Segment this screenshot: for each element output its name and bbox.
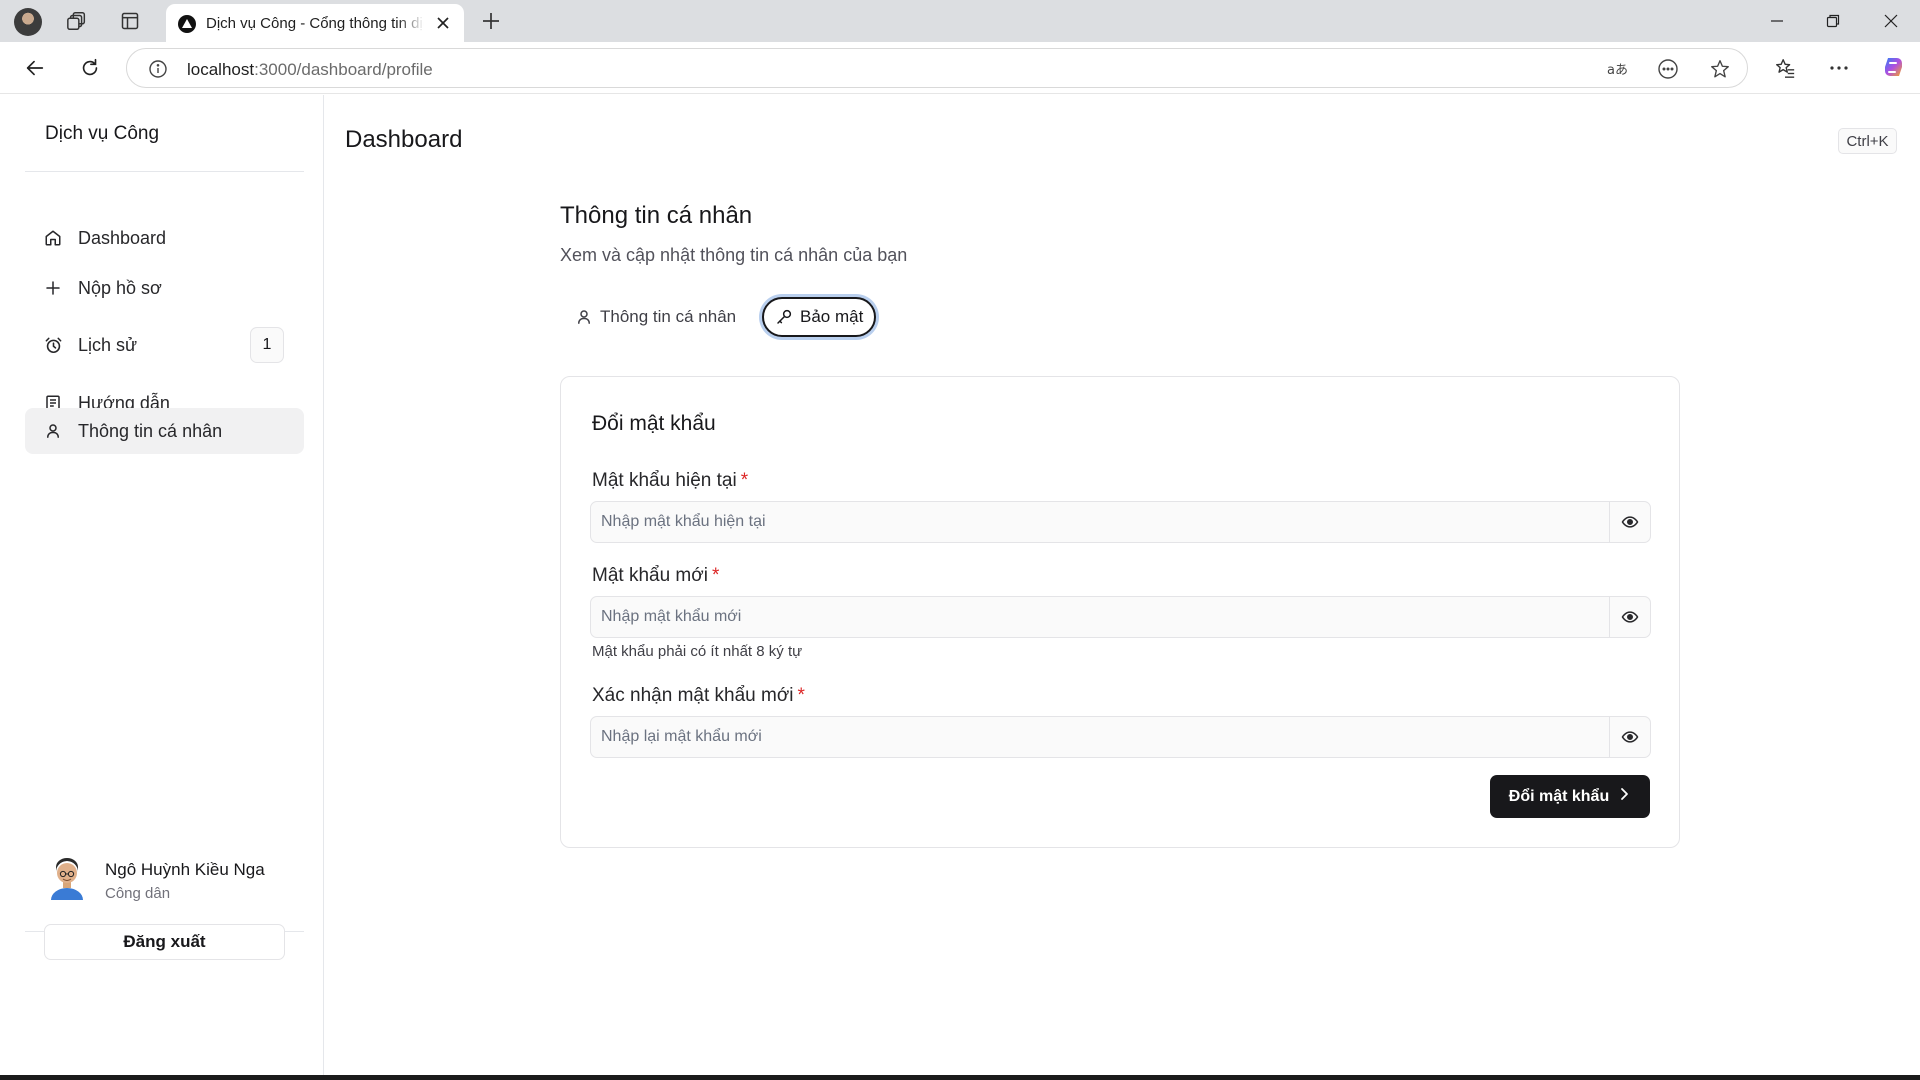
tab-personal-info[interactable]: Thông tin cá nhân xyxy=(567,297,747,337)
user-icon xyxy=(43,421,63,441)
required-mark: * xyxy=(740,470,749,491)
more-options-circle-icon[interactable] xyxy=(1655,56,1681,82)
confirm-password-label-text: Xác nhận mật khẩu mới xyxy=(592,685,794,706)
svg-text:aあ: aあ xyxy=(1607,63,1628,78)
current-password-input[interactable] xyxy=(591,502,1610,542)
new-password-input[interactable] xyxy=(591,597,1610,637)
reload-icon[interactable] xyxy=(75,53,105,83)
key-icon xyxy=(774,307,794,327)
current-password-field xyxy=(590,501,1651,543)
copilot-icon[interactable] xyxy=(1878,53,1908,83)
browser-tab-active[interactable]: Dịch vụ Công - Cổng thông tin dịch vụ cô… xyxy=(166,4,464,42)
alarm-clock-icon xyxy=(43,335,63,355)
required-mark: * xyxy=(711,565,720,586)
browser-toolbar: localhost:3000/dashboard/profile aあ xyxy=(0,42,1920,94)
password-length-hint: Mật khẩu phải có ít nhất 8 ký tự xyxy=(592,643,803,660)
eye-icon[interactable] xyxy=(1610,597,1650,637)
home-icon xyxy=(43,228,63,248)
vertical-tabs-icon[interactable] xyxy=(117,8,143,34)
sidebar-item-history[interactable]: Lịch sử 1 xyxy=(25,322,304,368)
sidebar-item-label: Lịch sử xyxy=(78,334,138,355)
sidebar-item-profile[interactable]: Thông tin cá nhân xyxy=(25,408,304,454)
sidebar-item-submit-dossier[interactable]: Nộp hồ sơ xyxy=(25,265,304,311)
workspaces-icon[interactable] xyxy=(64,8,90,34)
new-password-label: Mật khẩu mới * xyxy=(592,565,719,587)
sidebar-item-label: Dashboard xyxy=(78,227,167,248)
history-count-badge: 1 xyxy=(250,327,284,363)
plus-icon xyxy=(43,278,63,298)
change-password-button-label: Đổi mật khẩu xyxy=(1508,787,1610,805)
site-info-icon[interactable] xyxy=(145,56,171,82)
confirm-password-input[interactable] xyxy=(591,717,1610,757)
confirm-password-label: Xác nhận mật khẩu mới * xyxy=(592,685,805,707)
profile-section-title: Thông tin cá nhân xyxy=(560,202,753,229)
tab-security[interactable]: Bảo mật xyxy=(762,297,876,337)
url-host: localhost xyxy=(187,60,255,79)
favorite-star-icon[interactable] xyxy=(1707,56,1733,82)
back-arrow-icon[interactable] xyxy=(20,53,50,83)
window-bottom-edge xyxy=(0,1075,1920,1080)
user-name: Ngô Huỳnh Kiều Nga xyxy=(105,860,265,879)
tab-close-icon[interactable] xyxy=(432,12,454,34)
eye-icon[interactable] xyxy=(1610,717,1650,757)
current-password-label: Mật khẩu hiện tại * xyxy=(592,470,748,492)
change-password-title: Đổi mật khẩu xyxy=(592,412,716,435)
user-icon xyxy=(574,307,594,327)
new-password-field xyxy=(590,596,1651,638)
sidebar-item-label: Nộp hồ sơ xyxy=(78,277,162,298)
window-close-icon[interactable] xyxy=(1868,6,1914,36)
new-password-label-text: Mật khẩu mới xyxy=(592,565,708,586)
new-tab-icon[interactable] xyxy=(478,8,504,34)
read-aloud-icon[interactable]: aあ xyxy=(1605,56,1631,82)
restore-icon[interactable] xyxy=(1810,6,1856,36)
browser-tab-title: Dịch vụ Công - Cổng thông tin dịch vụ cô… xyxy=(206,15,424,32)
confirm-password-field xyxy=(590,716,1651,758)
minimize-icon[interactable] xyxy=(1754,6,1800,36)
user-role: Công dân xyxy=(105,885,171,902)
url-text[interactable]: localhost:3000/dashboard/profile xyxy=(187,60,433,80)
site-favicon-icon xyxy=(178,15,196,33)
eye-icon[interactable] xyxy=(1610,502,1650,542)
tab-label: Bảo mật xyxy=(800,307,864,326)
chevron-right-icon xyxy=(1617,787,1631,806)
required-mark: * xyxy=(797,685,805,706)
avatar xyxy=(47,856,87,900)
app-brand[interactable]: Dịch vụ Công xyxy=(45,123,159,145)
browser-profile-avatar[interactable] xyxy=(14,8,42,36)
settings-more-icon[interactable] xyxy=(1824,53,1854,83)
address-bar[interactable]: localhost:3000/dashboard/profile aあ xyxy=(126,48,1748,88)
change-password-button[interactable]: Đổi mật khẩu xyxy=(1490,775,1650,818)
profile-section-description: Xem và cập nhật thông tin cá nhân của bạ… xyxy=(560,245,908,265)
favorites-list-icon[interactable] xyxy=(1770,53,1800,83)
current-password-label-text: Mật khẩu hiện tại xyxy=(592,470,737,491)
sidebar-divider xyxy=(25,171,304,172)
browser-tabbar: Dịch vụ Công - Cổng thông tin dịch vụ cô… xyxy=(0,0,1920,42)
logout-button[interactable]: Đăng xuất xyxy=(44,924,285,960)
change-password-card: Đổi mật khẩu Mật khẩu hiện tại * Mật khẩu… xyxy=(560,376,1680,848)
url-path: :3000/dashboard/profile xyxy=(254,60,433,79)
page-title: Dashboard xyxy=(345,126,463,153)
sidebar-item-dashboard[interactable]: Dashboard xyxy=(25,215,304,261)
tab-label: Thông tin cá nhân xyxy=(600,307,737,326)
sidebar-item-label: Thông tin cá nhân xyxy=(78,420,223,441)
command-shortcut-hint[interactable]: Ctrl+K xyxy=(1838,128,1897,154)
